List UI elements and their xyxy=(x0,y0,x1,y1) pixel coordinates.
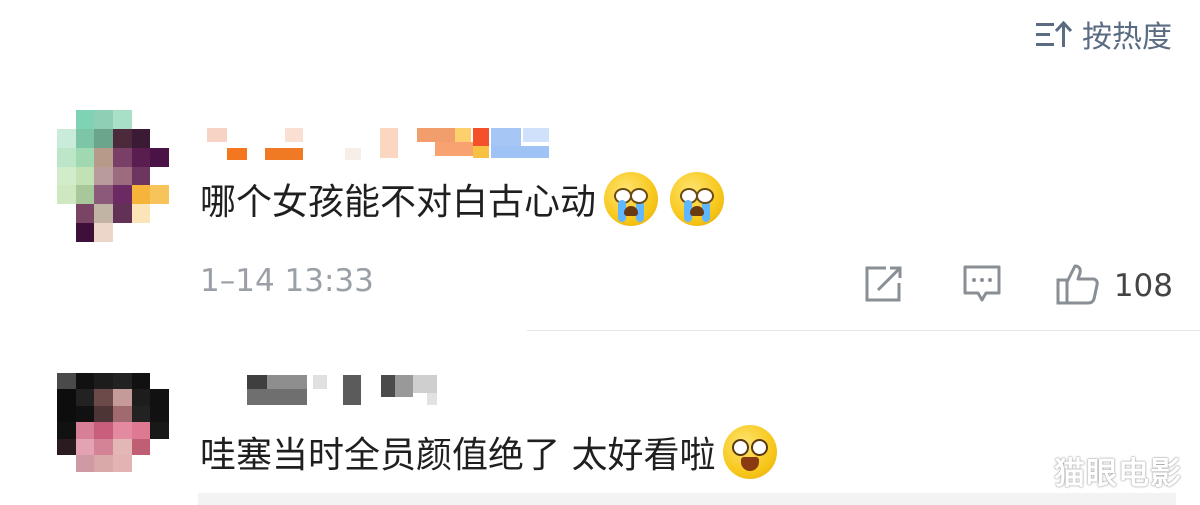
comment-text-content: 哇塞当时全员颜值绝了 太好看啦 xyxy=(200,435,716,476)
reply-button[interactable] xyxy=(962,264,1002,308)
comment-actions: 108 xyxy=(864,262,1173,310)
avatar[interactable] xyxy=(57,110,169,242)
comment-icon xyxy=(962,264,1002,308)
like-count: 108 xyxy=(1113,268,1173,304)
avatar[interactable] xyxy=(57,373,169,488)
bottom-bar xyxy=(198,493,1176,505)
comment-text: 哇塞当时全员颜值绝了 太好看啦 xyxy=(200,425,778,479)
sort-icon xyxy=(1036,19,1072,49)
share-icon xyxy=(864,265,904,307)
sort-label: 按热度 xyxy=(1082,20,1172,55)
comment-timestamp: 1–14 13:33 xyxy=(200,263,374,299)
crying-emoji-icon xyxy=(670,172,725,226)
comment-divider xyxy=(527,330,1200,331)
comment-text: 哪个女孩能不对白古心动 xyxy=(200,172,725,226)
watermark: 猫眼电影 xyxy=(1054,456,1182,492)
thumbs-up-icon xyxy=(1056,262,1100,310)
like-button[interactable]: 108 xyxy=(1056,262,1173,310)
sort-by-hot-button[interactable]: 按热度 xyxy=(1036,12,1172,56)
share-button[interactable] xyxy=(864,265,904,307)
crying-emoji-icon xyxy=(604,172,659,226)
comment-text-content: 哪个女孩能不对白古心动 xyxy=(200,182,597,223)
happy-emoji-icon xyxy=(723,425,778,479)
